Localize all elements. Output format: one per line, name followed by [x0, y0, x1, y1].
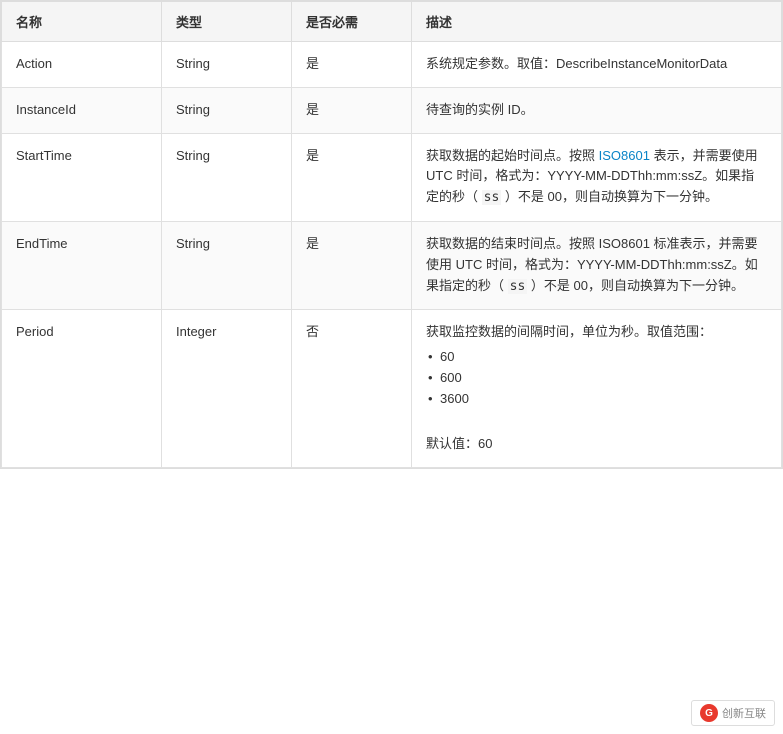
col-header-type: 类型	[162, 2, 292, 42]
col-header-description: 描述	[412, 2, 782, 42]
watermark: G 创新互联	[691, 700, 775, 726]
table-row: StartTime String 是 获取数据的起始时间点。按照 ISO8601…	[2, 133, 782, 221]
param-name: Action	[2, 42, 162, 88]
param-description: 待查询的实例 ID。	[412, 87, 782, 133]
table-header-row: 名称 类型 是否必需 描述	[2, 2, 782, 42]
list-item: 3600	[426, 389, 767, 410]
period-values-list: 60 600 3600	[426, 347, 767, 409]
table-row: Action String 是 系统规定参数。取值：DescribeInstan…	[2, 42, 782, 88]
param-type: String	[162, 42, 292, 88]
param-name: Period	[2, 310, 162, 468]
param-description: 获取数据的起始时间点。按照 ISO8601 表示，并需要使用 UTC 时间，格式…	[412, 133, 782, 221]
watermark-icon: G	[700, 704, 718, 722]
param-description: 获取数据的结束时间点。按照 ISO8601 标准表示，并需要使用 UTC 时间，…	[412, 221, 782, 309]
list-item: 600	[426, 368, 767, 389]
param-type: String	[162, 87, 292, 133]
api-params-table: 名称 类型 是否必需 描述 Action String 是 系统规定参数。取值：…	[0, 0, 783, 469]
param-type: String	[162, 133, 292, 221]
code-ss: ss	[482, 190, 502, 205]
param-description: 获取监控数据的间隔时间，单位为秒。取值范围： 60 600 3600 默认值：6…	[412, 310, 782, 468]
col-header-name: 名称	[2, 2, 162, 42]
param-name: InstanceId	[2, 87, 162, 133]
param-name: StartTime	[2, 133, 162, 221]
param-type: String	[162, 221, 292, 309]
param-required: 否	[292, 310, 412, 468]
code-ss-end: ss	[508, 279, 528, 294]
list-item: 60	[426, 347, 767, 368]
iso8601-link[interactable]: ISO8601	[599, 148, 650, 163]
param-required: 是	[292, 133, 412, 221]
table-row: InstanceId String 是 待查询的实例 ID。	[2, 87, 782, 133]
table-row: EndTime String 是 获取数据的结束时间点。按照 ISO8601 标…	[2, 221, 782, 309]
param-name: EndTime	[2, 221, 162, 309]
param-required: 是	[292, 42, 412, 88]
param-description: 系统规定参数。取值：DescribeInstanceMonitorData	[412, 42, 782, 88]
param-type: Integer	[162, 310, 292, 468]
col-header-required: 是否必需	[292, 2, 412, 42]
param-required: 是	[292, 221, 412, 309]
watermark-text: 创新互联	[722, 705, 766, 721]
param-required: 是	[292, 87, 412, 133]
table-row: Period Integer 否 获取监控数据的间隔时间，单位为秒。取值范围： …	[2, 310, 782, 468]
